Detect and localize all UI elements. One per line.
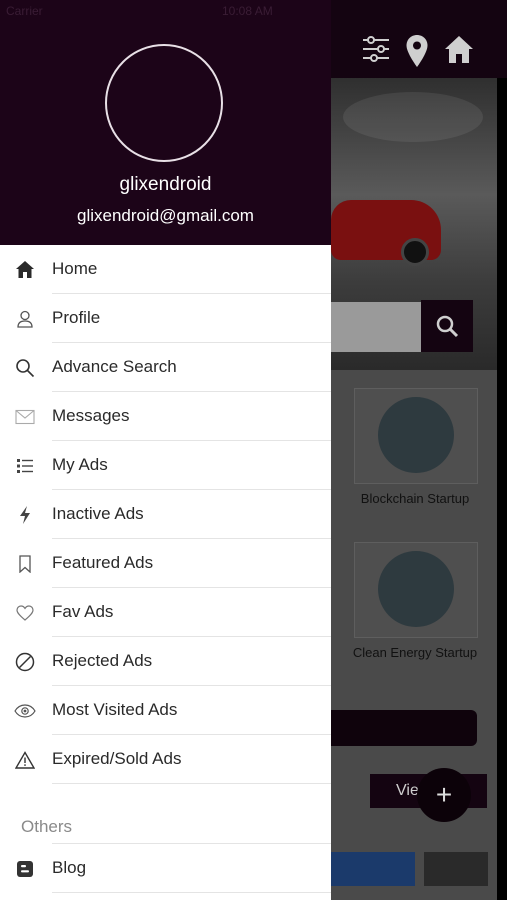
menu-item-label: Rejected Ads — [52, 651, 153, 670]
menu-item-expired-sold-ads[interactable]: Expired/Sold Ads — [0, 735, 331, 784]
background-bar — [331, 710, 477, 746]
menu-item-label: Fav Ads — [52, 602, 114, 621]
avatar[interactable] — [105, 44, 223, 162]
menu-item-home[interactable]: Home — [0, 245, 331, 294]
menu-item-profile[interactable]: Profile — [0, 294, 331, 343]
thumbnail[interactable] — [331, 852, 415, 886]
search-icon — [14, 357, 36, 379]
menu-item-label: Blog — [52, 858, 87, 877]
menu-item-featured-ads[interactable]: Featured Ads — [0, 539, 331, 588]
user-icon — [14, 308, 36, 330]
ad-card-title[interactable]: Blockchain Startup — [348, 491, 482, 506]
section-title-others: Others — [21, 817, 73, 836]
location-pin-icon[interactable] — [405, 34, 429, 68]
background-search-input[interactable] — [331, 302, 421, 352]
user-name: glixendroid — [119, 174, 212, 195]
menu-item-label: Most Visited Ads — [52, 700, 178, 719]
menu-item-label: Home — [52, 259, 98, 278]
menu-item-my-ads[interactable]: My Ads — [0, 441, 331, 490]
menu-item-fav-ads[interactable]: Fav Ads — [0, 588, 331, 637]
status-time: 10:08 AM — [222, 4, 273, 18]
ad-card-title[interactable]: Clean Energy Startup — [348, 645, 482, 660]
ad-card-image[interactable] — [354, 542, 478, 638]
car-image — [331, 200, 441, 266]
warning-icon — [14, 749, 36, 771]
bookmark-icon — [14, 553, 36, 575]
drawer-menu: Home Profile Advance Search Messages My … — [0, 245, 331, 784]
ad-card-image[interactable] — [354, 388, 478, 484]
menu-item-label: Featured Ads — [52, 553, 154, 572]
menu-item-label: Profile — [52, 308, 101, 327]
user-email: glixendroid@gmail.com — [77, 206, 254, 225]
envelope-icon — [14, 406, 36, 428]
menu-item-advance-search[interactable]: Advance Search — [0, 343, 331, 392]
drawer-header: Carrier 10:08 AM glixendroid glixendroid… — [0, 0, 331, 245]
menu-item-rejected-ads[interactable]: Rejected Ads — [0, 637, 331, 686]
background-search-button[interactable] — [421, 300, 473, 352]
bolt-icon — [14, 504, 36, 526]
menu-item-label: Advance Search — [52, 357, 177, 376]
menu-item-label: My Ads — [52, 455, 108, 474]
add-fab-button[interactable]: + — [417, 768, 471, 822]
status-carrier: Carrier — [6, 4, 43, 18]
blog-icon — [14, 858, 36, 880]
menu-item-messages[interactable]: Messages — [0, 392, 331, 441]
search-icon — [436, 315, 459, 338]
menu-item-label: Messages — [52, 406, 130, 425]
home-icon — [14, 259, 36, 281]
menu-item-label: Inactive Ads — [52, 504, 144, 523]
filter-icon[interactable] — [361, 34, 391, 64]
menu-item-inactive-ads[interactable]: Inactive Ads — [0, 490, 331, 539]
heart-icon — [14, 602, 36, 624]
menu-item-most-visited-ads[interactable]: Most Visited Ads — [0, 686, 331, 735]
navigation-drawer: Carrier 10:08 AM glixendroid glixendroid… — [0, 0, 331, 900]
home-icon[interactable] — [443, 34, 475, 64]
ban-icon — [14, 651, 36, 673]
thumbnail[interactable] — [424, 852, 488, 886]
eye-icon — [14, 700, 36, 722]
list-icon — [14, 455, 36, 477]
menu-item-blog[interactable]: Blog — [0, 844, 331, 893]
menu-item-label: Expired/Sold Ads — [52, 749, 182, 768]
background-header — [331, 0, 507, 78]
